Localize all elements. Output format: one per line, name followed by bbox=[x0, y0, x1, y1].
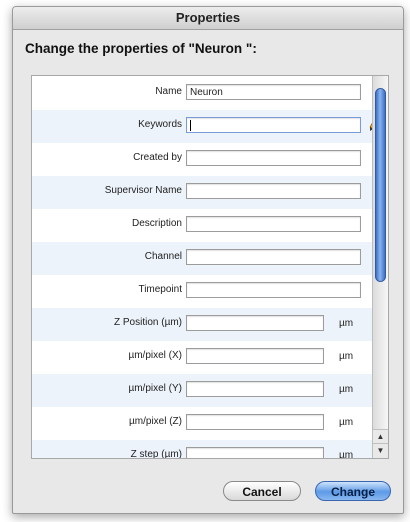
text-caret bbox=[190, 119, 191, 131]
description-field[interactable] bbox=[186, 216, 361, 232]
z-step-field[interactable] bbox=[186, 447, 324, 458]
field-row-name: Name Neuron bbox=[32, 77, 373, 110]
unit-label: µm bbox=[339, 318, 354, 329]
field-label: Description bbox=[131, 218, 182, 229]
supervisor-name-field[interactable] bbox=[186, 183, 361, 199]
um-pixel-y-field[interactable] bbox=[186, 381, 324, 397]
timepoint-field[interactable] bbox=[186, 282, 361, 298]
properties-panel: Name Neuron Keywords Created by Supervis… bbox=[31, 75, 389, 459]
field-label: Z step (µm) bbox=[130, 449, 182, 459]
field-label: Z Position (µm) bbox=[114, 317, 182, 328]
um-pixel-z-field[interactable] bbox=[186, 414, 324, 430]
field-row-supervisor-name: Supervisor Name bbox=[32, 176, 373, 209]
field-row-um-pixel-x: µm/pixel (X) µm bbox=[32, 341, 373, 374]
field-row-keywords: Keywords bbox=[32, 110, 379, 143]
cancel-button[interactable]: Cancel bbox=[223, 481, 301, 501]
unit-label: µm bbox=[339, 384, 354, 395]
field-label: Name bbox=[155, 86, 182, 97]
field-row-um-pixel-z: µm/pixel (Z) µm bbox=[32, 407, 373, 440]
arrow-down-icon[interactable]: ▼ bbox=[373, 443, 388, 458]
created-by-field[interactable] bbox=[186, 150, 361, 166]
field-label: Supervisor Name bbox=[104, 185, 182, 196]
field-row-created-by: Created by bbox=[32, 143, 373, 176]
window-title: Properties bbox=[13, 7, 403, 30]
keywords-field[interactable] bbox=[186, 117, 361, 133]
scrollbar-thumb[interactable] bbox=[375, 88, 386, 282]
dialog-heading: Change the properties of "Neuron ": bbox=[25, 41, 257, 56]
field-row-description: Description bbox=[32, 209, 373, 242]
field-label: Timepoint bbox=[138, 284, 182, 295]
unit-label: µm bbox=[339, 351, 354, 362]
field-row-um-pixel-y: µm/pixel (Y) µm bbox=[32, 374, 373, 407]
z-position-field[interactable] bbox=[186, 315, 324, 331]
field-label: Keywords bbox=[138, 119, 182, 130]
properties-list: Name Neuron Keywords Created by Supervis… bbox=[32, 76, 379, 459]
field-row-z-position: Z Position (µm) µm bbox=[32, 308, 373, 341]
field-row-timepoint: Timepoint bbox=[32, 275, 373, 308]
unit-label: µm bbox=[339, 417, 354, 428]
name-field[interactable]: Neuron bbox=[186, 84, 361, 100]
change-button[interactable]: Change bbox=[315, 481, 391, 501]
channel-field[interactable] bbox=[186, 249, 361, 265]
field-label: Channel bbox=[144, 251, 182, 262]
properties-dialog: Properties Change the properties of "Neu… bbox=[12, 6, 404, 514]
field-label: µm/pixel (Y) bbox=[128, 383, 182, 394]
arrow-up-icon[interactable]: ▲ bbox=[373, 429, 388, 444]
vertical-scrollbar[interactable]: ▲ ▼ bbox=[372, 76, 388, 458]
unit-label: µm bbox=[339, 450, 354, 459]
field-label: µm/pixel (Z) bbox=[129, 416, 182, 427]
um-pixel-x-field[interactable] bbox=[186, 348, 324, 364]
field-row-channel: Channel bbox=[32, 242, 373, 275]
field-label: µm/pixel (X) bbox=[128, 350, 182, 361]
field-row-z-step: Z step (µm) µm bbox=[32, 440, 373, 459]
field-label: Created by bbox=[133, 152, 182, 163]
